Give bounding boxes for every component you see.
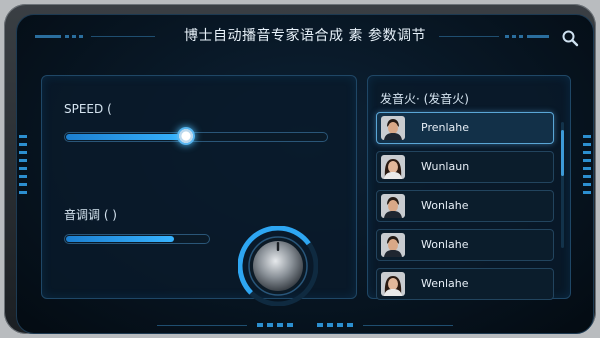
voice-panel: 发音火· (发音火) Prenlahe Wunlaun Wonlahe Wonlahe…: [367, 75, 571, 300]
screen: 博士自动播音专家语合成 素 参数调节 SPEED ( 音调调 () 发音火· …: [16, 14, 594, 334]
knob-indicator: [276, 242, 280, 251]
header-deco-right: [439, 35, 549, 38]
side-deco-left: [19, 135, 27, 194]
voice-item[interactable]: Prenlahe: [376, 112, 554, 144]
speed-slider-fill: [66, 134, 187, 140]
speed-label: SPEED (: [64, 102, 112, 116]
avatar: [381, 194, 405, 218]
voice-list-scrollbar[interactable]: [561, 122, 564, 248]
side-deco-right: [583, 135, 591, 194]
avatar: [381, 272, 405, 296]
tone-slider[interactable]: [64, 234, 210, 244]
title-bar: 博士自动播音专家语合成 素 参数调节: [17, 15, 593, 49]
device-frame: 博士自动播音专家语合成 素 参数调节 SPEED ( 音调调 () 发音火· …: [4, 4, 596, 334]
voice-list: Prenlahe Wunlaun Wonlahe Wonlahe Wenlahe: [376, 112, 554, 307]
tone-label: 音调调 ( ): [64, 208, 117, 222]
speed-slider[interactable]: [64, 132, 328, 142]
voice-item[interactable]: Wenlahe: [376, 268, 554, 300]
avatar: [381, 116, 405, 140]
avatar: [381, 155, 405, 179]
tone-slider-fill: [66, 236, 174, 242]
voice-item[interactable]: Wonlahe: [376, 190, 554, 222]
search-icon[interactable]: [561, 29, 579, 47]
scrollbar-thumb[interactable]: [561, 130, 564, 176]
voice-name: Wenlahe: [421, 277, 469, 290]
voice-name: Prenlahe: [421, 121, 469, 134]
voice-name: Wonlahe: [421, 199, 469, 212]
voice-panel-title: 发音火· (发音火): [380, 92, 469, 106]
avatar: [381, 233, 405, 257]
volume-knob[interactable]: [238, 226, 318, 306]
voice-name: Wunlaun: [421, 160, 470, 173]
voice-item[interactable]: Wonlahe: [376, 229, 554, 261]
footer-deco: [157, 323, 453, 327]
speed-slider-thumb[interactable]: [176, 127, 195, 145]
voice-item[interactable]: Wunlaun: [376, 151, 554, 183]
controls-panel: SPEED ( 音调调 ( ): [41, 75, 357, 306]
voice-name: Wonlahe: [421, 238, 469, 251]
